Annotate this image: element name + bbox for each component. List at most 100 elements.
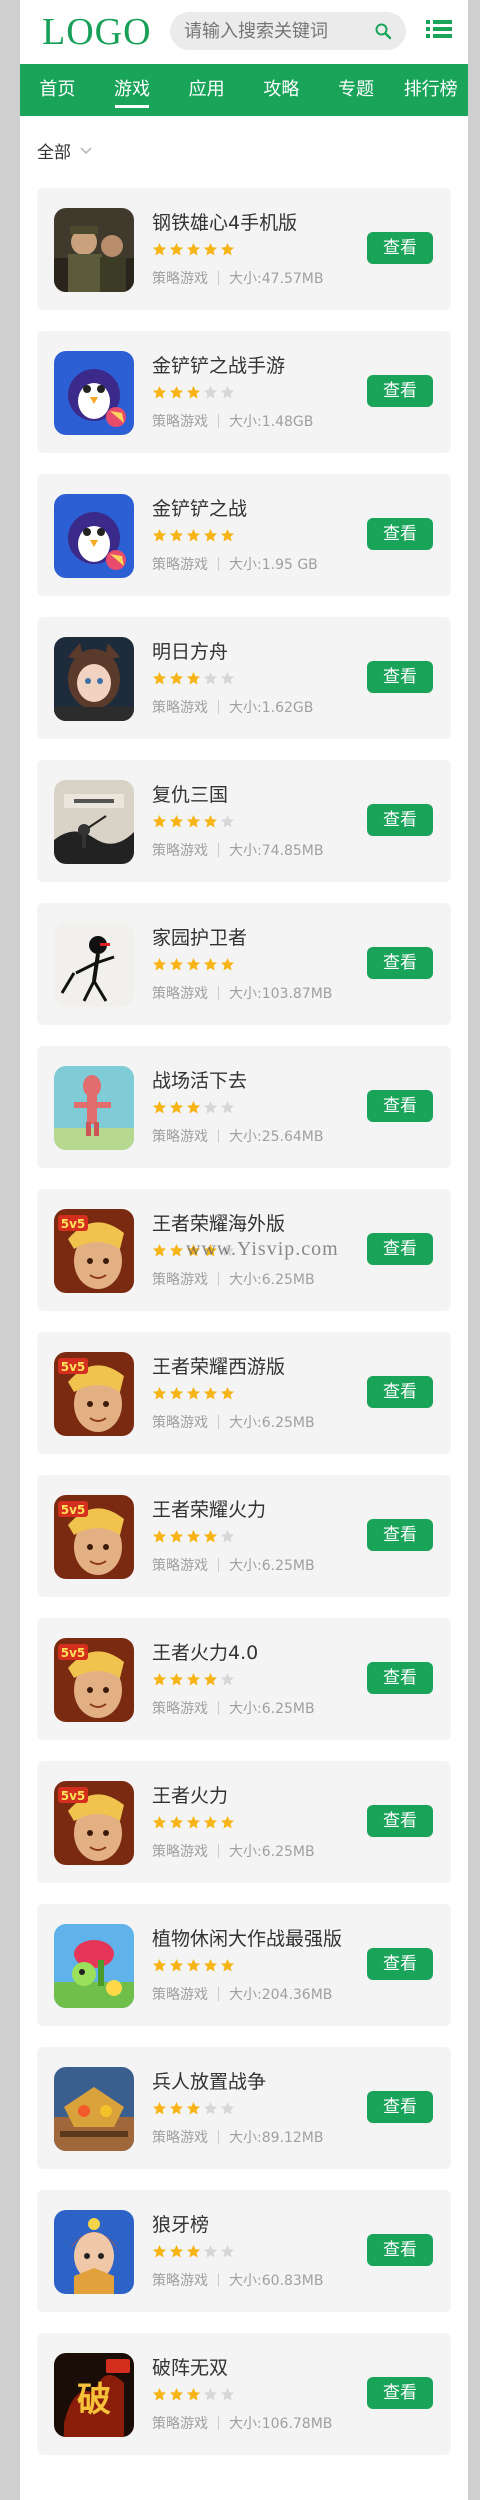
game-title[interactable]: 家园护卫者 bbox=[152, 923, 247, 950]
game-card[interactable]: 5v5 王者火力4.0 策略游戏 大小:6.25MB 查看 bbox=[37, 1618, 451, 1740]
search-box[interactable] bbox=[170, 12, 406, 50]
view-button[interactable]: 查看 bbox=[367, 2091, 433, 2123]
hero-5v5-icon[interactable]: 5v5 bbox=[54, 1638, 134, 1722]
game-card[interactable]: 5v5 王者荣耀火力 策略游戏 大小:6.25MB 查看 bbox=[37, 1475, 451, 1597]
nav-item[interactable]: 游戏 bbox=[95, 64, 170, 116]
plant-icon[interactable] bbox=[54, 1924, 134, 2008]
game-title[interactable]: 金铲铲之战 bbox=[152, 494, 247, 521]
hero-5v5-icon[interactable]: 5v5 bbox=[54, 1209, 134, 1293]
nav-item[interactable]: 首页 bbox=[20, 64, 95, 116]
game-title[interactable]: 王者荣耀火力 bbox=[152, 1495, 266, 1522]
view-button[interactable]: 查看 bbox=[367, 1805, 433, 1837]
war-soldiers-icon[interactable] bbox=[54, 208, 134, 292]
search-input[interactable] bbox=[170, 19, 366, 43]
game-title[interactable]: 明日方舟 bbox=[152, 637, 228, 664]
view-button[interactable]: 查看 bbox=[367, 947, 433, 979]
game-size: 大小:6.25MB bbox=[229, 1272, 315, 1288]
game-title[interactable]: 复仇三国 bbox=[152, 780, 228, 807]
game-card[interactable]: 明日方舟 策略游戏 大小:1.62GB 查看 bbox=[37, 617, 451, 739]
view-button[interactable]: 查看 bbox=[367, 375, 433, 407]
hero-5v5-icon[interactable]: 5v5 bbox=[54, 1495, 134, 1579]
game-title[interactable]: 钢铁雄心4手机版 bbox=[152, 208, 297, 235]
view-button[interactable]: 查看 bbox=[367, 1662, 433, 1694]
game-category: 策略游戏 bbox=[152, 1129, 208, 1145]
game-card[interactable]: 狼牙榜 策略游戏 大小:60.83MB 查看 bbox=[37, 2190, 451, 2312]
game-title[interactable]: 王者火力 bbox=[152, 1781, 228, 1808]
nav-item[interactable]: 排行榜 bbox=[393, 64, 468, 116]
game-title[interactable]: 战场活下去 bbox=[152, 1066, 247, 1093]
view-button[interactable]: 查看 bbox=[367, 1519, 433, 1551]
game-category: 策略游戏 bbox=[152, 2130, 208, 2146]
game-title[interactable]: 破阵无双 bbox=[152, 2353, 228, 2380]
game-title[interactable]: 王者荣耀西游版 bbox=[152, 1352, 285, 1379]
game-title[interactable]: 王者荣耀海外版 bbox=[152, 1209, 285, 1236]
star-icon bbox=[203, 1815, 218, 1829]
game-card[interactable]: 植物休闲大作战最强版 策略游戏 大小:204.36MB 查看 bbox=[37, 1904, 451, 2026]
nav-item[interactable]: 攻略 bbox=[244, 64, 319, 116]
game-category: 策略游戏 bbox=[152, 1415, 208, 1431]
game-card[interactable]: 金铲铲之战手游 策略游戏 大小:1.48GB 查看 bbox=[37, 331, 451, 453]
game-card[interactable]: 兵人放置战争 策略游戏 大小:89.12MB 查看 bbox=[37, 2047, 451, 2169]
game-title[interactable]: 狼牙榜 bbox=[152, 2210, 209, 2237]
game-title[interactable]: 王者火力4.0 bbox=[152, 1638, 258, 1665]
game-meta: 策略游戏 大小:47.57MB bbox=[152, 268, 323, 288]
menu-list-icon[interactable] bbox=[426, 18, 452, 40]
game-card[interactable]: 破 破阵无双 策略游戏 大小:106.78MB 查看 bbox=[37, 2333, 451, 2455]
fire-calligraphy-icon[interactable]: 破 bbox=[54, 2353, 134, 2437]
nav-item[interactable]: 专题 bbox=[319, 64, 394, 116]
star-icon bbox=[186, 2387, 201, 2401]
anime-girl-icon[interactable] bbox=[54, 637, 134, 721]
star-icon bbox=[186, 1815, 201, 1829]
star-icon bbox=[169, 1815, 184, 1829]
rating-stars bbox=[152, 242, 237, 257]
game-card[interactable]: 5v5 王者火力 策略游戏 大小:6.25MB 查看 bbox=[37, 1761, 451, 1883]
game-category: 策略游戏 bbox=[152, 843, 208, 859]
game-card[interactable]: 战场活下去 策略游戏 大小:25.64MB 查看 bbox=[37, 1046, 451, 1168]
view-button[interactable]: 查看 bbox=[367, 804, 433, 836]
hero-5v5-icon[interactable]: 5v5 bbox=[54, 1352, 134, 1436]
view-button[interactable]: 查看 bbox=[367, 2377, 433, 2409]
rating-stars bbox=[152, 2244, 237, 2259]
rating-stars bbox=[152, 957, 237, 972]
star-icon bbox=[220, 1100, 235, 1114]
penguin-icon[interactable] bbox=[54, 351, 134, 435]
site-logo[interactable]: LOGO bbox=[42, 10, 152, 54]
view-button[interactable]: 查看 bbox=[367, 1948, 433, 1980]
game-card[interactable]: 金铲铲之战 策略游戏 大小:1.95 GB 查看 bbox=[37, 474, 451, 596]
view-button[interactable]: 查看 bbox=[367, 232, 433, 264]
view-button[interactable]: 查看 bbox=[367, 1233, 433, 1265]
game-meta: 策略游戏 大小:74.85MB bbox=[152, 840, 323, 860]
warrior-girl-icon[interactable] bbox=[54, 2210, 134, 2294]
star-icon bbox=[169, 1386, 184, 1400]
game-title[interactable]: 兵人放置战争 bbox=[152, 2067, 266, 2094]
game-meta: 策略游戏 大小:6.25MB bbox=[152, 1412, 315, 1432]
game-size: 大小:6.25MB bbox=[229, 1844, 315, 1860]
meta-divider bbox=[218, 414, 219, 428]
view-button[interactable]: 查看 bbox=[367, 1090, 433, 1122]
game-card[interactable]: 5v5 王者荣耀西游版策略游戏 大小:6.25MB 查看 bbox=[37, 1332, 451, 1454]
category-filter[interactable]: 全部 bbox=[37, 138, 93, 163]
star-icon bbox=[186, 2244, 201, 2258]
hero-5v5-icon[interactable]: 5v5 bbox=[54, 1781, 134, 1865]
game-title[interactable]: 金铲铲之战手游 bbox=[152, 351, 285, 378]
svg-text:5v5: 5v5 bbox=[61, 1646, 86, 1660]
ink-battle-icon[interactable] bbox=[54, 780, 134, 864]
penguin-icon[interactable] bbox=[54, 494, 134, 578]
view-button[interactable]: 查看 bbox=[367, 2234, 433, 2266]
nav-item[interactable]: 应用 bbox=[169, 64, 244, 116]
star-icon bbox=[186, 1529, 201, 1543]
stickman-icon[interactable] bbox=[54, 923, 134, 1007]
game-card[interactable]: 家园护卫者 策略游戏 大小:103.87MB 查看 bbox=[37, 903, 451, 1025]
view-button[interactable]: 查看 bbox=[367, 1376, 433, 1408]
game-card[interactable]: 钢铁雄心4手机版策略游戏 大小:47.57MB 查看 bbox=[37, 188, 451, 310]
star-icon bbox=[203, 1672, 218, 1686]
robot-battle-icon[interactable] bbox=[54, 2067, 134, 2151]
star-icon bbox=[169, 2387, 184, 2401]
search-icon[interactable] bbox=[374, 22, 392, 40]
star-icon bbox=[203, 671, 218, 685]
view-button[interactable]: 查看 bbox=[367, 518, 433, 550]
game-card[interactable]: 复仇三国策略游戏 大小:74.85MB 查看 bbox=[37, 760, 451, 882]
game-title[interactable]: 植物休闲大作战最强版 bbox=[152, 1924, 342, 1951]
ragdoll-icon[interactable] bbox=[54, 1066, 134, 1150]
view-button[interactable]: 查看 bbox=[367, 661, 433, 693]
